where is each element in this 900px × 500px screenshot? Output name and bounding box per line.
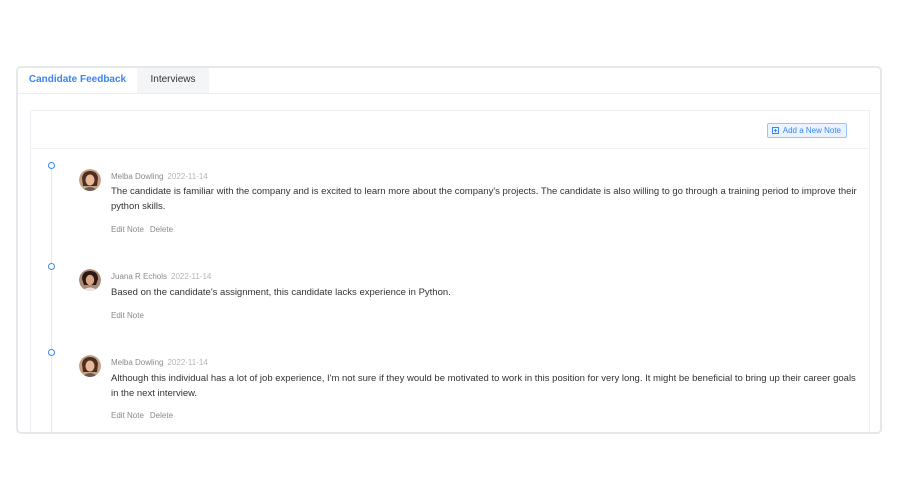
note-author: Melba Dowling (111, 358, 164, 367)
note-text: Although this individual has a lot of jo… (111, 373, 856, 399)
note-actions: Edit Note Delete (111, 411, 179, 420)
timeline-line (51, 169, 52, 432)
note-meta: Melba Dowling 2022-11-14 (111, 172, 208, 181)
plus-box-icon (771, 127, 779, 134)
note-actions: Edit Note Delete (111, 225, 179, 234)
edit-note-link[interactable]: Edit Note (111, 411, 144, 420)
add-note-button[interactable]: Add a New Note (766, 123, 847, 138)
tab-candidate-feedback[interactable]: Candidate Feedback (18, 68, 137, 93)
delete-note-link[interactable]: Delete (150, 411, 173, 420)
timeline-dot-icon (48, 349, 55, 356)
note-date: 2022-11-14 (171, 272, 212, 281)
note-author: Juana R Echols (111, 272, 168, 281)
add-note-label: Add a New Note (782, 126, 841, 135)
note-date: 2022-11-14 (167, 358, 208, 367)
notes-panel: Add a New Note Melba Dowling 2022-11-14 T… (30, 110, 870, 432)
note-meta: Juana R Echols 2022-11-14 (111, 272, 211, 281)
timeline-dot-icon (48, 263, 55, 270)
edit-note-link[interactable]: Edit Note (111, 311, 144, 320)
avatar (79, 269, 101, 291)
notes-header: Add a New Note (31, 111, 869, 149)
note-text: Based on the candidate's assignment, thi… (111, 287, 451, 298)
edit-note-link[interactable]: Edit Note (111, 225, 144, 234)
tab-interviews[interactable]: Interviews (137, 68, 209, 93)
avatar (79, 355, 101, 377)
tab-bar: Candidate Feedback Interviews (18, 68, 880, 94)
note-meta: Melba Dowling 2022-11-14 (111, 358, 208, 367)
note-text: The candidate is familiar with the compa… (111, 186, 857, 212)
timeline-dot-icon (48, 162, 55, 169)
avatar (79, 169, 101, 191)
feedback-card: Candidate Feedback Interviews Add a New … (16, 66, 882, 434)
note-actions: Edit Note (111, 311, 150, 320)
delete-note-link[interactable]: Delete (150, 225, 173, 234)
note-author: Melba Dowling (111, 172, 164, 181)
note-date: 2022-11-14 (167, 172, 208, 181)
